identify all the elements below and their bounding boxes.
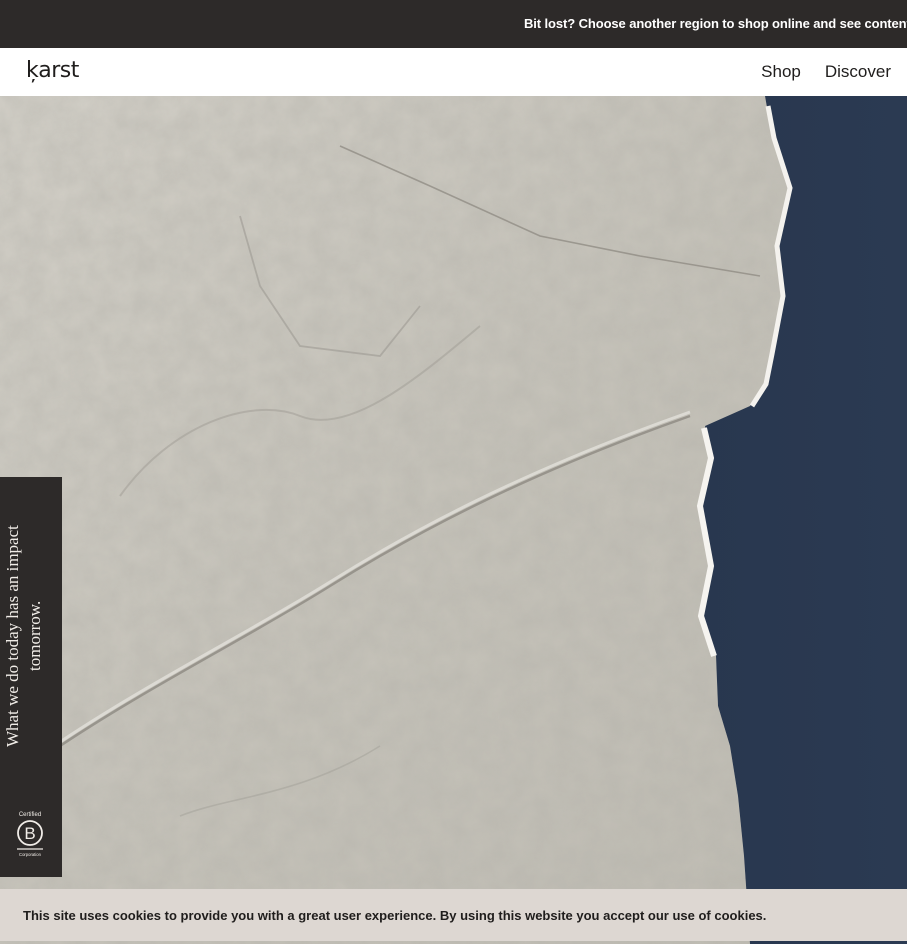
karst-logo[interactable]: ķarst bbox=[26, 58, 79, 83]
stone-texture-illustration bbox=[0, 96, 907, 944]
main-header: ķarst Shop Discover bbox=[0, 48, 907, 96]
nav-shop-link[interactable]: Shop bbox=[761, 62, 801, 82]
b-corp-certified-icon: Certified B Corporation bbox=[17, 812, 43, 857]
region-announcement-bar[interactable]: Bit lost? Choose another region to shop … bbox=[0, 0, 907, 48]
primary-nav: Shop Discover bbox=[761, 62, 891, 82]
impact-tagline: What we do today has an impact tomorrow. bbox=[3, 525, 44, 747]
hero-image bbox=[0, 96, 907, 944]
cookie-notice-text: This site uses cookies to provide you wi… bbox=[23, 908, 767, 923]
cookie-banner: This site uses cookies to provide you wi… bbox=[0, 889, 907, 941]
bcorp-corporation-label: Corporation bbox=[19, 852, 42, 857]
bcorp-certified-label: Certified bbox=[19, 812, 41, 818]
region-announcement-text[interactable]: Bit lost? Choose another region to shop … bbox=[524, 16, 907, 31]
nav-discover-link[interactable]: Discover bbox=[825, 62, 891, 82]
bcorp-letter: B bbox=[24, 824, 35, 843]
impact-side-tab[interactable]: What we do today has an impact tomorrow.… bbox=[0, 477, 62, 877]
